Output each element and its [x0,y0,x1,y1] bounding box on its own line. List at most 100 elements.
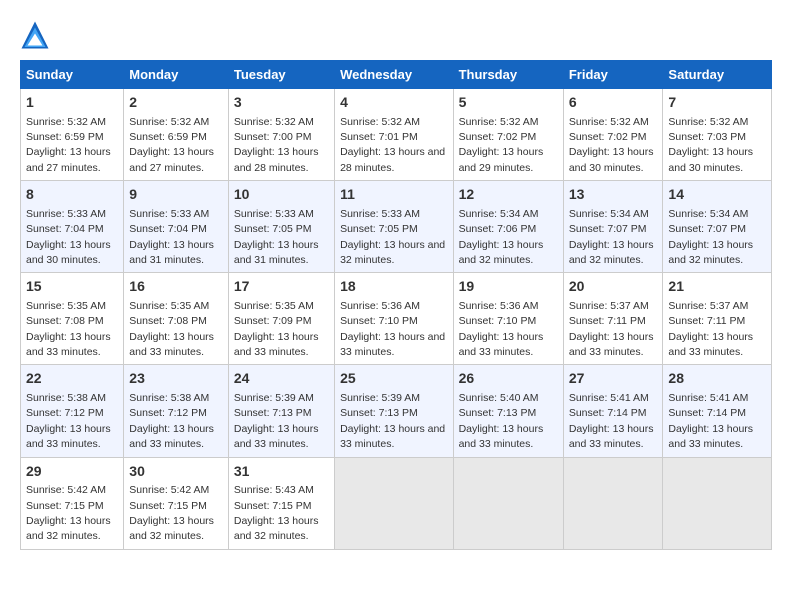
day-number: 5 [459,93,558,113]
day-number: 4 [340,93,447,113]
daylight-text: Daylight: 13 hours and 33 minutes. [340,423,445,450]
day-number: 10 [234,185,329,205]
daylight-text: Daylight: 13 hours and 32 minutes. [129,515,214,542]
sunrise-text: Sunrise: 5:37 AM [668,300,748,312]
sunset-text: Sunset: 7:10 PM [340,315,418,327]
day-number: 9 [129,185,223,205]
sunrise-text: Sunrise: 5:33 AM [26,208,106,220]
sunrise-text: Sunrise: 5:32 AM [26,116,106,128]
sunrise-text: Sunrise: 5:34 AM [459,208,539,220]
daylight-text: Daylight: 13 hours and 33 minutes. [234,423,319,450]
day-cell: 9 Sunrise: 5:33 AM Sunset: 7:04 PM Dayli… [124,181,229,273]
daylight-text: Daylight: 13 hours and 33 minutes. [668,331,753,358]
day-number: 31 [234,462,329,482]
sunrise-text: Sunrise: 5:33 AM [340,208,420,220]
daylight-text: Daylight: 13 hours and 33 minutes. [129,423,214,450]
day-cell: 12 Sunrise: 5:34 AM Sunset: 7:06 PM Dayl… [453,181,563,273]
daylight-text: Daylight: 13 hours and 30 minutes. [569,146,654,173]
header-cell-sunday: Sunday [21,61,124,89]
sunset-text: Sunset: 7:13 PM [234,407,312,419]
sunrise-text: Sunrise: 5:43 AM [234,484,314,496]
sunrise-text: Sunrise: 5:42 AM [129,484,209,496]
logo [20,20,54,50]
sunrise-text: Sunrise: 5:37 AM [569,300,649,312]
day-cell: 25 Sunrise: 5:39 AM Sunset: 7:13 PM Dayl… [335,365,453,457]
sunset-text: Sunset: 7:08 PM [129,315,207,327]
day-cell: 10 Sunrise: 5:33 AM Sunset: 7:05 PM Dayl… [228,181,334,273]
sunrise-text: Sunrise: 5:32 AM [340,116,420,128]
week-row-3: 15 Sunrise: 5:35 AM Sunset: 7:08 PM Dayl… [21,273,772,365]
daylight-text: Daylight: 13 hours and 29 minutes. [459,146,544,173]
daylight-text: Daylight: 13 hours and 33 minutes. [234,331,319,358]
sunrise-text: Sunrise: 5:38 AM [26,392,106,404]
day-cell: 22 Sunrise: 5:38 AM Sunset: 7:12 PM Dayl… [21,365,124,457]
sunset-text: Sunset: 7:09 PM [234,315,312,327]
sunrise-text: Sunrise: 5:35 AM [26,300,106,312]
week-row-4: 22 Sunrise: 5:38 AM Sunset: 7:12 PM Dayl… [21,365,772,457]
sunset-text: Sunset: 7:15 PM [26,500,104,512]
day-cell [335,457,453,549]
day-cell: 5 Sunrise: 5:32 AM Sunset: 7:02 PM Dayli… [453,89,563,181]
week-row-1: 1 Sunrise: 5:32 AM Sunset: 6:59 PM Dayli… [21,89,772,181]
sunset-text: Sunset: 7:05 PM [340,223,418,235]
daylight-text: Daylight: 13 hours and 31 minutes. [129,239,214,266]
daylight-text: Daylight: 13 hours and 32 minutes. [459,239,544,266]
day-number: 16 [129,277,223,297]
sunrise-text: Sunrise: 5:32 AM [129,116,209,128]
sunrise-text: Sunrise: 5:39 AM [234,392,314,404]
daylight-text: Daylight: 13 hours and 33 minutes. [26,331,111,358]
sunrise-text: Sunrise: 5:32 AM [569,116,649,128]
day-number: 26 [459,369,558,389]
sunset-text: Sunset: 7:05 PM [234,223,312,235]
week-row-5: 29 Sunrise: 5:42 AM Sunset: 7:15 PM Dayl… [21,457,772,549]
daylight-text: Daylight: 13 hours and 33 minutes. [459,423,544,450]
daylight-text: Daylight: 13 hours and 32 minutes. [569,239,654,266]
sunset-text: Sunset: 7:15 PM [129,500,207,512]
sunset-text: Sunset: 7:11 PM [569,315,646,327]
day-number: 17 [234,277,329,297]
day-number: 21 [668,277,766,297]
sunset-text: Sunset: 7:14 PM [668,407,746,419]
sunrise-text: Sunrise: 5:40 AM [459,392,539,404]
sunset-text: Sunset: 7:00 PM [234,131,312,143]
daylight-text: Daylight: 13 hours and 33 minutes. [26,423,111,450]
day-number: 15 [26,277,118,297]
daylight-text: Daylight: 13 hours and 33 minutes. [569,331,654,358]
sunset-text: Sunset: 7:12 PM [26,407,104,419]
day-cell: 18 Sunrise: 5:36 AM Sunset: 7:10 PM Dayl… [335,273,453,365]
day-cell: 4 Sunrise: 5:32 AM Sunset: 7:01 PM Dayli… [335,89,453,181]
daylight-text: Daylight: 13 hours and 27 minutes. [129,146,214,173]
daylight-text: Daylight: 13 hours and 27 minutes. [26,146,111,173]
day-cell: 8 Sunrise: 5:33 AM Sunset: 7:04 PM Dayli… [21,181,124,273]
calendar-table: SundayMondayTuesdayWednesdayThursdayFrid… [20,60,772,550]
sunset-text: Sunset: 7:02 PM [569,131,647,143]
daylight-text: Daylight: 13 hours and 33 minutes. [668,423,753,450]
daylight-text: Daylight: 13 hours and 32 minutes. [234,515,319,542]
sunrise-text: Sunrise: 5:34 AM [569,208,649,220]
sunrise-text: Sunrise: 5:35 AM [234,300,314,312]
sunset-text: Sunset: 7:04 PM [26,223,104,235]
day-number: 13 [569,185,658,205]
daylight-text: Daylight: 13 hours and 33 minutes. [459,331,544,358]
day-cell: 29 Sunrise: 5:42 AM Sunset: 7:15 PM Dayl… [21,457,124,549]
day-cell: 20 Sunrise: 5:37 AM Sunset: 7:11 PM Dayl… [563,273,663,365]
daylight-text: Daylight: 13 hours and 32 minutes. [340,239,445,266]
daylight-text: Daylight: 13 hours and 28 minutes. [234,146,319,173]
day-number: 7 [668,93,766,113]
header-row: SundayMondayTuesdayWednesdayThursdayFrid… [21,61,772,89]
sunset-text: Sunset: 7:06 PM [459,223,537,235]
daylight-text: Daylight: 13 hours and 33 minutes. [129,331,214,358]
day-cell: 14 Sunrise: 5:34 AM Sunset: 7:07 PM Dayl… [663,181,772,273]
day-number: 18 [340,277,447,297]
day-cell: 30 Sunrise: 5:42 AM Sunset: 7:15 PM Dayl… [124,457,229,549]
sunrise-text: Sunrise: 5:41 AM [569,392,649,404]
sunrise-text: Sunrise: 5:33 AM [234,208,314,220]
sunrise-text: Sunrise: 5:35 AM [129,300,209,312]
day-number: 23 [129,369,223,389]
sunrise-text: Sunrise: 5:42 AM [26,484,106,496]
day-number: 12 [459,185,558,205]
header-cell-monday: Monday [124,61,229,89]
day-number: 28 [668,369,766,389]
day-number: 30 [129,462,223,482]
header-cell-tuesday: Tuesday [228,61,334,89]
